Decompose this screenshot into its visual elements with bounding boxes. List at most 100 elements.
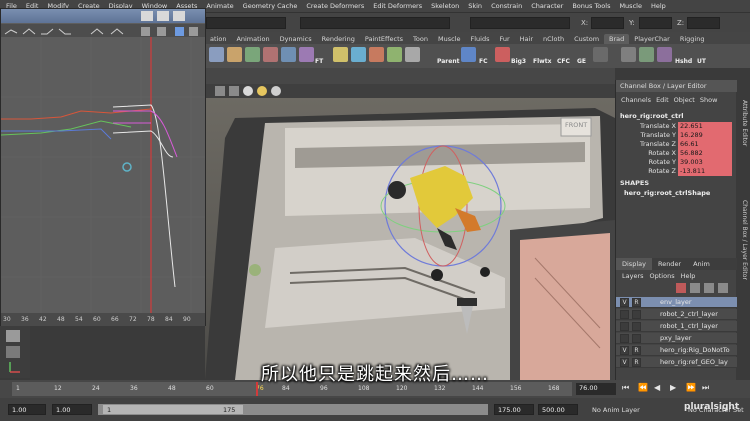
shelf-tool-icon[interactable] (621, 47, 636, 62)
menu-skeleton[interactable]: Skeleton (431, 2, 459, 10)
layer-icon[interactable] (704, 283, 714, 293)
shelf-tab-custom[interactable]: Custom (569, 34, 604, 44)
layout-icon[interactable] (6, 346, 20, 358)
menu-geometry-cache[interactable]: Geometry Cache (243, 2, 298, 10)
layer-reference[interactable]: R (632, 346, 641, 355)
layer-reference[interactable] (632, 310, 641, 319)
shelf-tool-icon[interactable] (281, 47, 296, 62)
menu-show[interactable]: Show (700, 96, 718, 108)
shelf-tab-animation[interactable]: Animation (231, 34, 274, 44)
menu-constrain[interactable]: Constrain (491, 2, 522, 10)
menu-channels[interactable]: Channels (621, 96, 651, 108)
layout-icon[interactable] (6, 330, 20, 342)
menu-layers[interactable]: Layers (622, 270, 644, 281)
menu-animate[interactable]: Animate (206, 2, 233, 10)
menu-le-help[interactable]: Help (681, 270, 696, 281)
layer-visibility[interactable]: V (620, 298, 629, 307)
wireframe-icon[interactable] (229, 86, 239, 96)
x-field[interactable] (591, 17, 624, 29)
attribute-row[interactable]: Rotate X 56.882 (616, 149, 737, 158)
shelf-tool-icon[interactable] (227, 47, 242, 62)
layer-visibility[interactable] (620, 322, 629, 331)
menu-options[interactable]: Options (650, 270, 675, 281)
z-field[interactable] (687, 17, 720, 29)
attribute-row[interactable]: Rotate Y 39.003 (616, 158, 737, 167)
layer-icon[interactable] (718, 283, 728, 293)
layer-row[interactable]: V R hero_rig:Rig_DoNotTo (616, 345, 737, 356)
playback-end-field[interactable]: 175.00 (494, 404, 534, 415)
layer-reference[interactable] (632, 334, 641, 343)
shelf-tab-muscle[interactable]: Muscle (433, 34, 466, 44)
shelf-tool-icon[interactable] (461, 47, 476, 62)
shelf-tab-ation[interactable]: ation (205, 34, 231, 44)
tab-anim[interactable]: Anim (687, 258, 716, 270)
anim-end-field[interactable]: 500.00 (538, 404, 578, 415)
maximize-icon[interactable] (157, 11, 169, 21)
layer-row[interactable]: V R env_layer (616, 297, 737, 308)
shelf-tool-icon[interactable] (263, 47, 278, 62)
shelf-tab-brad[interactable]: Brad (604, 34, 630, 44)
menu-edit-deformers[interactable]: Edit Deformers (373, 2, 422, 10)
status-toolbar-c[interactable] (470, 17, 570, 29)
shelf-tab-fur[interactable]: Fur (494, 34, 514, 44)
layer-visibility[interactable]: V (620, 346, 629, 355)
shelf-tool-icon[interactable] (657, 47, 672, 62)
menu-create-deformers[interactable]: Create Deformers (306, 2, 364, 10)
shelf-tab-toon[interactable]: Toon (408, 34, 433, 44)
layer-icon[interactable] (690, 283, 700, 293)
shelf-tab-rigging[interactable]: Rigging (675, 34, 710, 44)
status-toolbar-b[interactable] (300, 17, 450, 29)
layer-visibility[interactable] (620, 310, 629, 319)
close-icon[interactable] (173, 11, 185, 21)
layer-reference[interactable] (632, 322, 641, 331)
shelf-tab-painteffects[interactable]: PaintEffects (360, 34, 408, 44)
new-layer-icon[interactable] (676, 283, 686, 293)
layer-row[interactable]: pxy_layer (616, 333, 737, 344)
shelf-tool-icon[interactable] (495, 47, 510, 62)
anim-start-field[interactable]: 1.00 (8, 404, 46, 415)
attribute-row[interactable]: Translate Z 66.61 (616, 140, 737, 149)
attribute-value[interactable]: 16.289 (678, 131, 732, 140)
layer-reference[interactable]: R (632, 298, 641, 307)
menu-skin[interactable]: Skin (468, 2, 482, 10)
menu-help[interactable]: Help (651, 2, 666, 10)
shelf-tool-icon[interactable] (351, 47, 366, 62)
y-field[interactable] (639, 17, 672, 29)
attribute-value[interactable]: 56.882 (678, 149, 732, 158)
graph-editor-canvas[interactable] (0, 37, 205, 313)
attribute-value[interactable]: 39.003 (678, 158, 732, 167)
shaded-icon[interactable] (243, 86, 253, 96)
shelf-tab-dynamics[interactable]: Dynamics (275, 34, 317, 44)
shelf-tool-icon[interactable] (299, 47, 314, 62)
attribute-editor-tab[interactable]: Attribute Editor (738, 100, 748, 146)
range-slider-thumb[interactable]: 1 175 (103, 405, 243, 414)
shelf-tab-hair[interactable]: Hair (515, 34, 538, 44)
shelf-tab-fluids[interactable]: Fluids (465, 34, 494, 44)
playback-start-field[interactable]: 1.00 (52, 404, 92, 415)
menu-bonus-tools[interactable]: Bonus Tools (572, 2, 610, 10)
tangent-tools[interactable] (1, 24, 205, 38)
minimize-icon[interactable] (141, 11, 153, 21)
menu-muscle[interactable]: Muscle (619, 2, 642, 10)
attribute-row[interactable]: Translate X 22.651 (616, 122, 737, 131)
shelf-tab-ncloth[interactable]: nCloth (538, 34, 569, 44)
tab-render[interactable]: Render (652, 258, 687, 270)
menu-character[interactable]: Character (531, 2, 563, 10)
attribute-row[interactable]: Rotate Z -13.811 (616, 167, 737, 176)
status-toolbar-a[interactable] (206, 17, 286, 29)
camera-icon[interactable] (215, 86, 225, 96)
viewport[interactable]: FRONT (205, 98, 615, 380)
layer-row[interactable]: robot_2_ctrl_layer (616, 309, 737, 320)
shelf-tab-rendering[interactable]: Rendering (317, 34, 360, 44)
shelf-tool-icon[interactable] (405, 47, 420, 62)
menu-object[interactable]: Object (674, 96, 695, 108)
channel-box-tab[interactable]: Channel Box / Layer Editor (738, 200, 748, 280)
anim-layer-dropdown[interactable]: No Anim Layer (592, 406, 640, 414)
shelf-tab-playerchar[interactable]: PlayerChar (629, 34, 675, 44)
shelf-tool-icon[interactable] (245, 47, 260, 62)
graph-editor-titlebar[interactable] (1, 9, 205, 23)
shelf-tool-icon[interactable] (387, 47, 402, 62)
attribute-value[interactable]: -13.811 (678, 167, 732, 176)
attribute-value[interactable]: 22.651 (678, 122, 732, 131)
shelf-tool-icon[interactable] (209, 47, 224, 62)
